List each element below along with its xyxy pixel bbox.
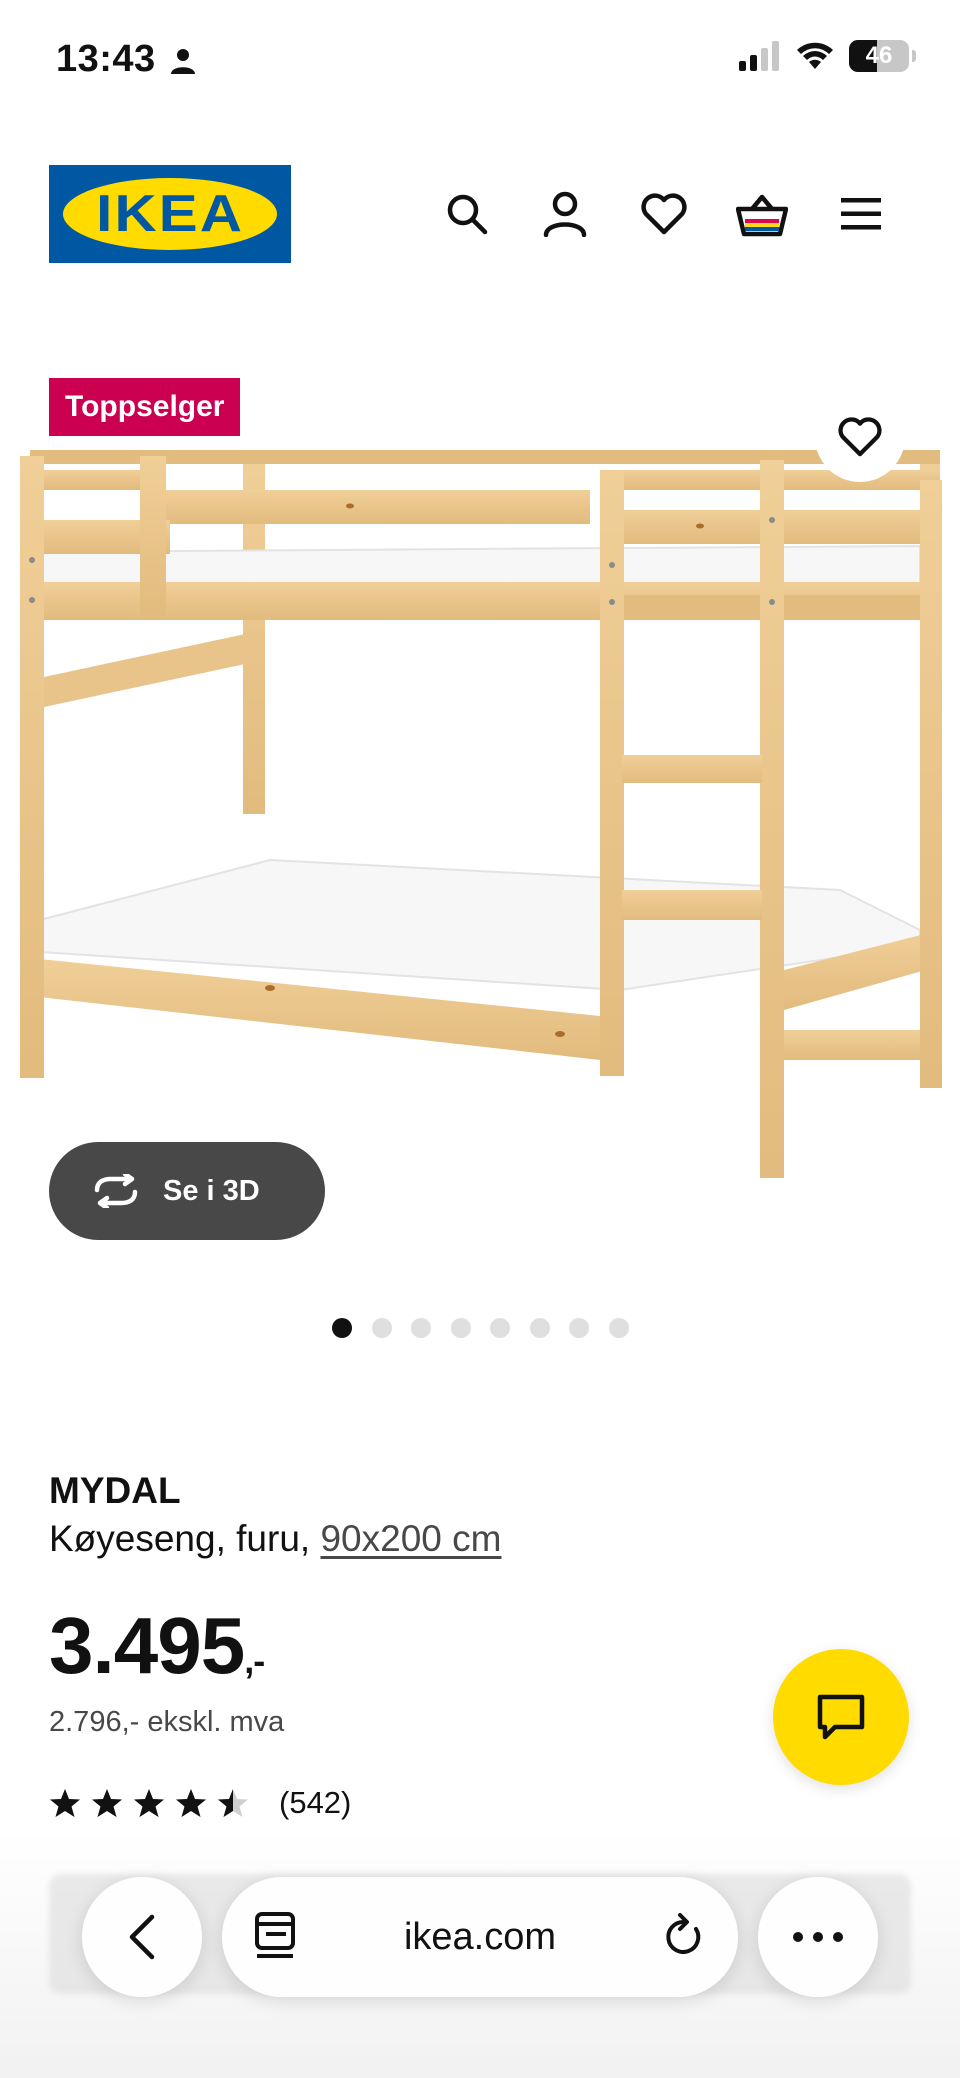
product-type: Køyeseng, furu, bbox=[49, 1518, 311, 1559]
signal-icon bbox=[739, 41, 779, 71]
more-icon bbox=[793, 1932, 843, 1942]
status-time: 13:43 bbox=[56, 38, 156, 80]
battery-icon: 46 bbox=[849, 40, 909, 72]
add-to-favourites-button[interactable] bbox=[815, 392, 905, 482]
account-icon[interactable] bbox=[535, 184, 595, 244]
chat-button[interactable] bbox=[773, 1649, 909, 1785]
product-price: 3.495,- bbox=[49, 1600, 265, 1692]
carousel-dot[interactable] bbox=[490, 1318, 510, 1338]
browser-toolbar: ikea.com bbox=[0, 1870, 960, 2000]
star-icon bbox=[176, 1789, 206, 1817]
status-bar: 13:43 46 bbox=[0, 0, 960, 110]
star-icon bbox=[218, 1789, 248, 1817]
menu-icon[interactable] bbox=[831, 184, 891, 244]
view-3d-label: Se i 3D bbox=[163, 1174, 260, 1207]
url-text: ikea.com bbox=[403, 1915, 557, 1958]
product-name: MYDAL bbox=[49, 1470, 181, 1511]
top-seller-badge: Toppselger bbox=[49, 378, 241, 436]
carousel-dot[interactable] bbox=[411, 1318, 431, 1338]
carousel-dot[interactable] bbox=[371, 1318, 392, 1338]
product-description: Køyeseng, furu, 90x200 cm bbox=[49, 1518, 501, 1560]
carousel-dot[interactable] bbox=[569, 1318, 589, 1338]
back-button[interactable] bbox=[82, 1877, 202, 1997]
star-icon bbox=[92, 1789, 122, 1817]
address-bar[interactable]: ikea.com bbox=[222, 1877, 738, 1997]
image-carousel-dots bbox=[332, 1318, 629, 1338]
wifi-icon bbox=[797, 42, 833, 69]
status-indicators: 46 bbox=[739, 40, 916, 72]
basket-icon[interactable] bbox=[732, 184, 792, 244]
chevron-left-icon bbox=[129, 1914, 155, 1960]
chat-icon bbox=[817, 1694, 865, 1740]
heart-icon[interactable] bbox=[634, 184, 694, 244]
carousel-dot[interactable] bbox=[332, 1318, 352, 1338]
carousel-dot[interactable] bbox=[529, 1318, 550, 1338]
ikea-logo[interactable]: IKEA bbox=[49, 165, 291, 263]
more-options-button[interactable] bbox=[758, 1877, 878, 1997]
rotate-3d-icon bbox=[94, 1174, 138, 1208]
price-excluding-vat: 2.796,- ekskl. mva bbox=[49, 1706, 285, 1738]
heart-icon bbox=[838, 417, 882, 457]
battery-level: 46 bbox=[865, 42, 893, 69]
site-header: IKEA bbox=[0, 160, 960, 270]
star-icon bbox=[50, 1789, 80, 1817]
view-3d-button[interactable]: Se i 3D bbox=[49, 1142, 325, 1240]
logo-text: IKEA bbox=[95, 185, 245, 243]
star-icon bbox=[134, 1789, 164, 1817]
review-count: (542) bbox=[279, 1785, 352, 1820]
person-icon bbox=[171, 49, 195, 74]
reload-icon[interactable] bbox=[662, 1911, 706, 1961]
carousel-dot[interactable] bbox=[608, 1318, 629, 1338]
product-size-link[interactable]: 90x200 cm bbox=[320, 1518, 501, 1559]
product-rating[interactable]: (542) bbox=[49, 1785, 351, 1821]
price-suffix: ,- bbox=[244, 1640, 265, 1681]
rating-stars bbox=[49, 1787, 249, 1819]
price-main: 3.495 bbox=[49, 1601, 245, 1690]
carousel-dot[interactable] bbox=[450, 1318, 471, 1338]
search-icon[interactable] bbox=[437, 184, 497, 244]
